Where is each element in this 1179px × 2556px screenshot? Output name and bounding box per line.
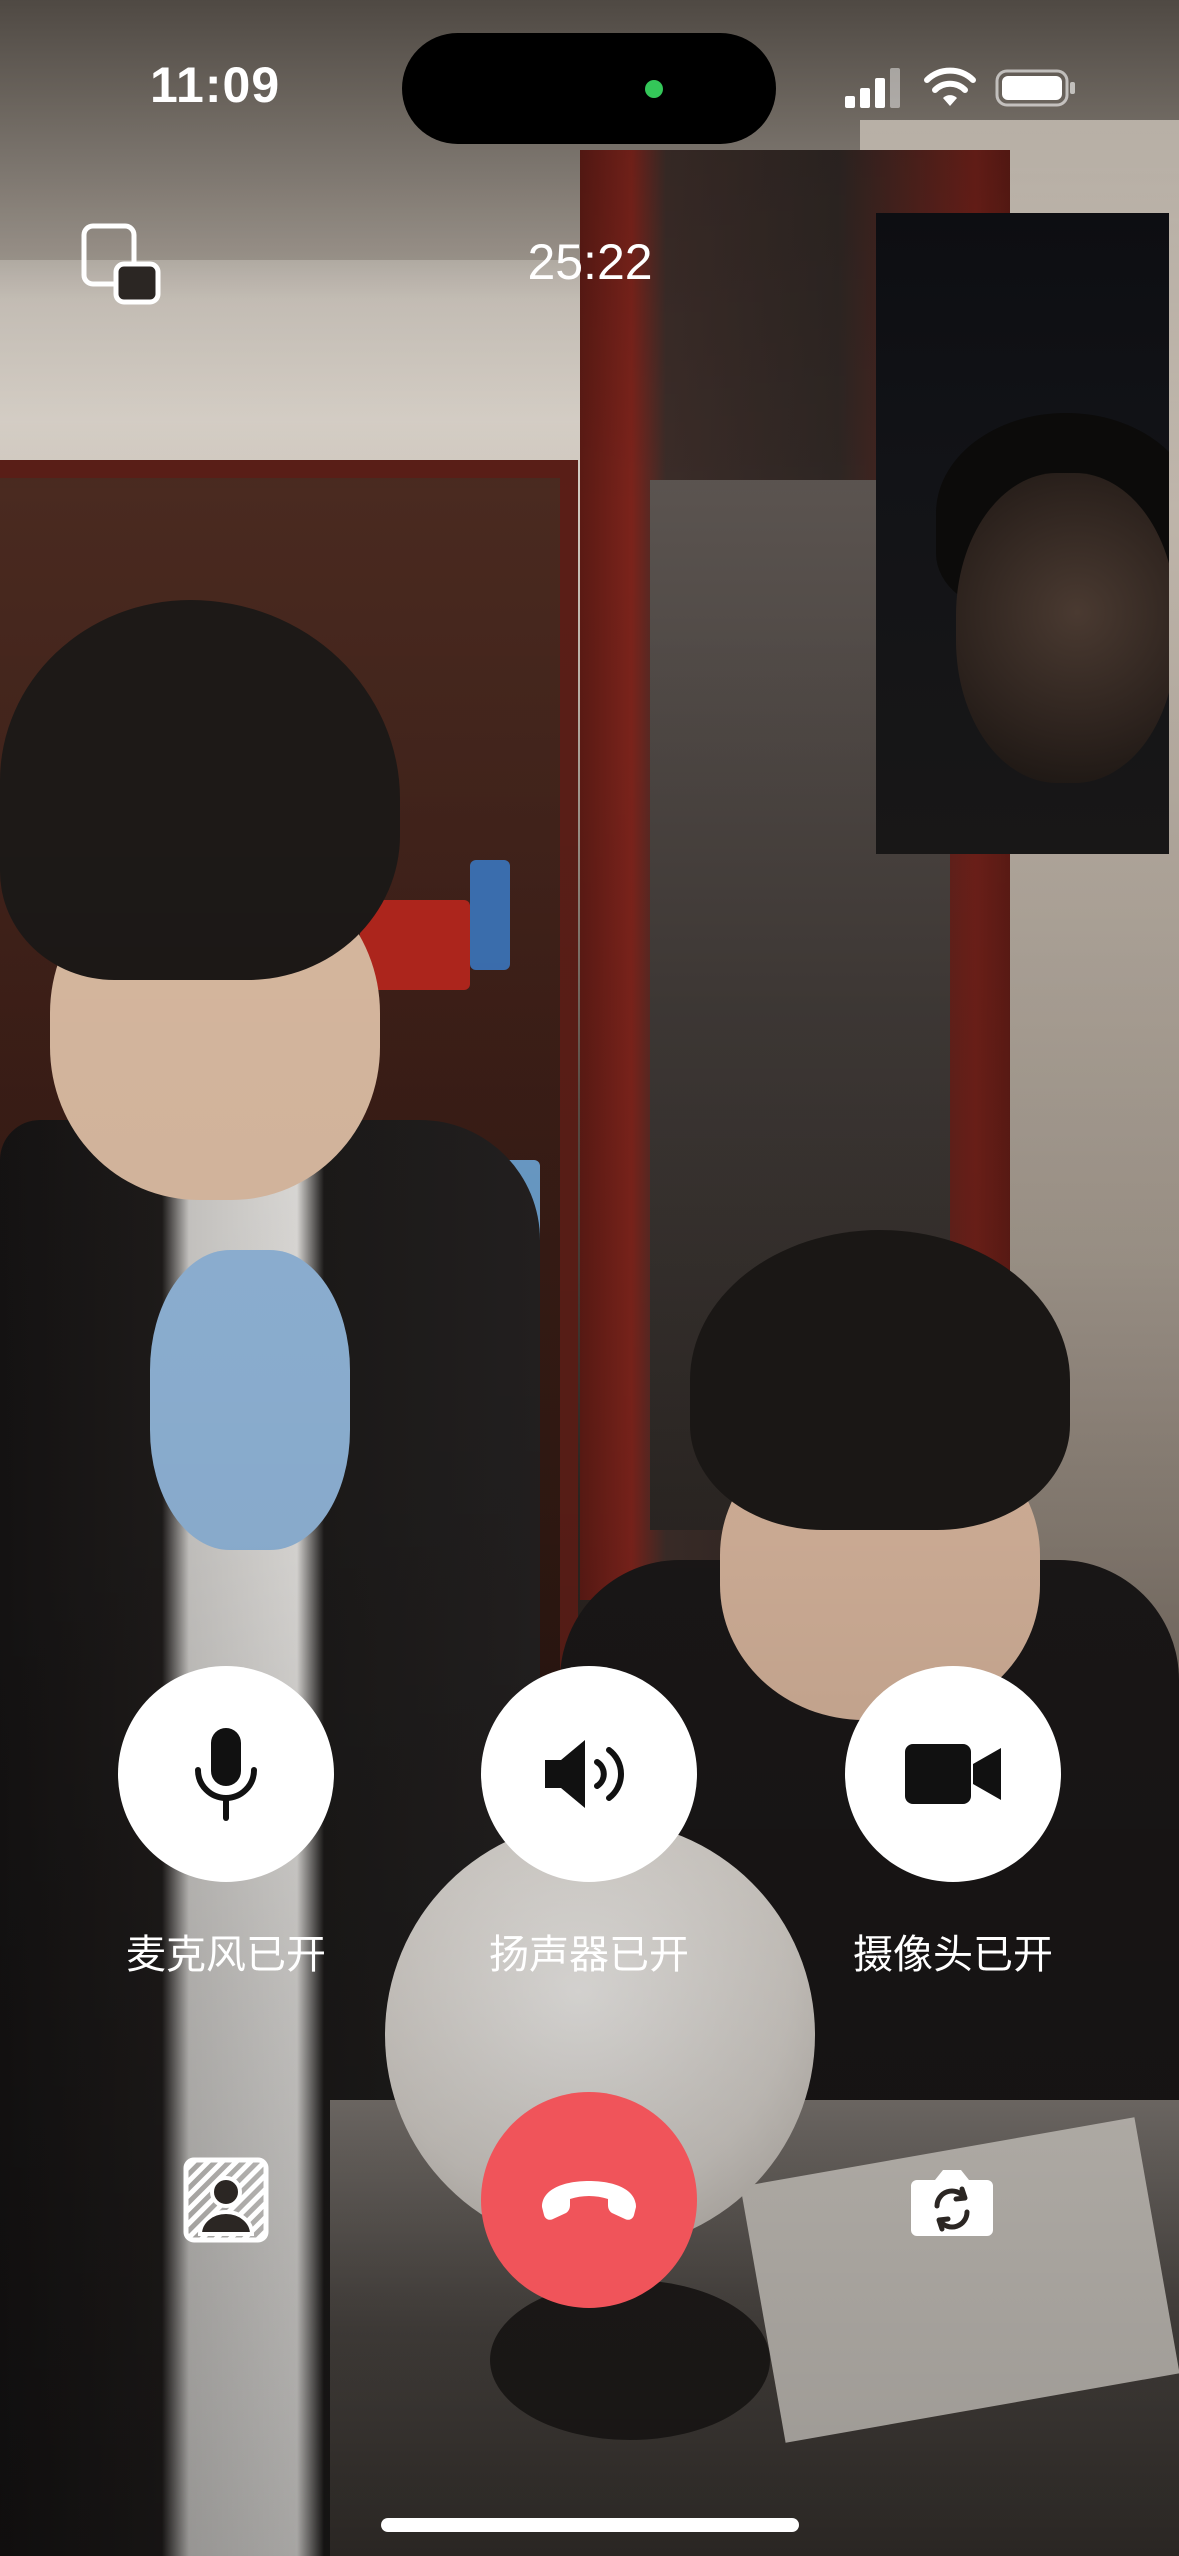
camera-in-use-indicator bbox=[645, 80, 663, 98]
camera-button[interactable] bbox=[845, 1666, 1061, 1882]
microphone-button[interactable] bbox=[118, 1666, 334, 1882]
call-duration: 25:22 bbox=[527, 234, 653, 290]
status-time: 11:09 bbox=[150, 57, 281, 113]
speaker-label: 扬声器已开 bbox=[489, 1933, 689, 1977]
home-indicator[interactable] bbox=[381, 2518, 799, 2532]
status-icons bbox=[843, 66, 1083, 110]
battery-icon bbox=[995, 69, 1075, 107]
signal-icon bbox=[845, 68, 900, 108]
blur-background-icon[interactable] bbox=[182, 2156, 270, 2244]
dynamic-island bbox=[402, 33, 776, 144]
end-call-button[interactable] bbox=[481, 2092, 697, 2308]
camera-label: 摄像头已开 bbox=[853, 1933, 1053, 1977]
pip-face bbox=[956, 473, 1169, 783]
speaker-icon bbox=[545, 1740, 624, 1808]
self-video-preview[interactable] bbox=[876, 213, 1169, 854]
minimize-window-icon[interactable] bbox=[80, 222, 164, 306]
microphone-label: 麦克风已开 bbox=[126, 1933, 326, 1977]
speaker-button[interactable] bbox=[481, 1666, 697, 1882]
microphone-icon bbox=[195, 1728, 257, 1821]
wifi-icon bbox=[924, 67, 976, 106]
switch-camera-icon[interactable] bbox=[907, 2162, 997, 2240]
hang-up-icon bbox=[542, 2181, 636, 2220]
video-camera-icon bbox=[905, 1744, 1001, 1804]
